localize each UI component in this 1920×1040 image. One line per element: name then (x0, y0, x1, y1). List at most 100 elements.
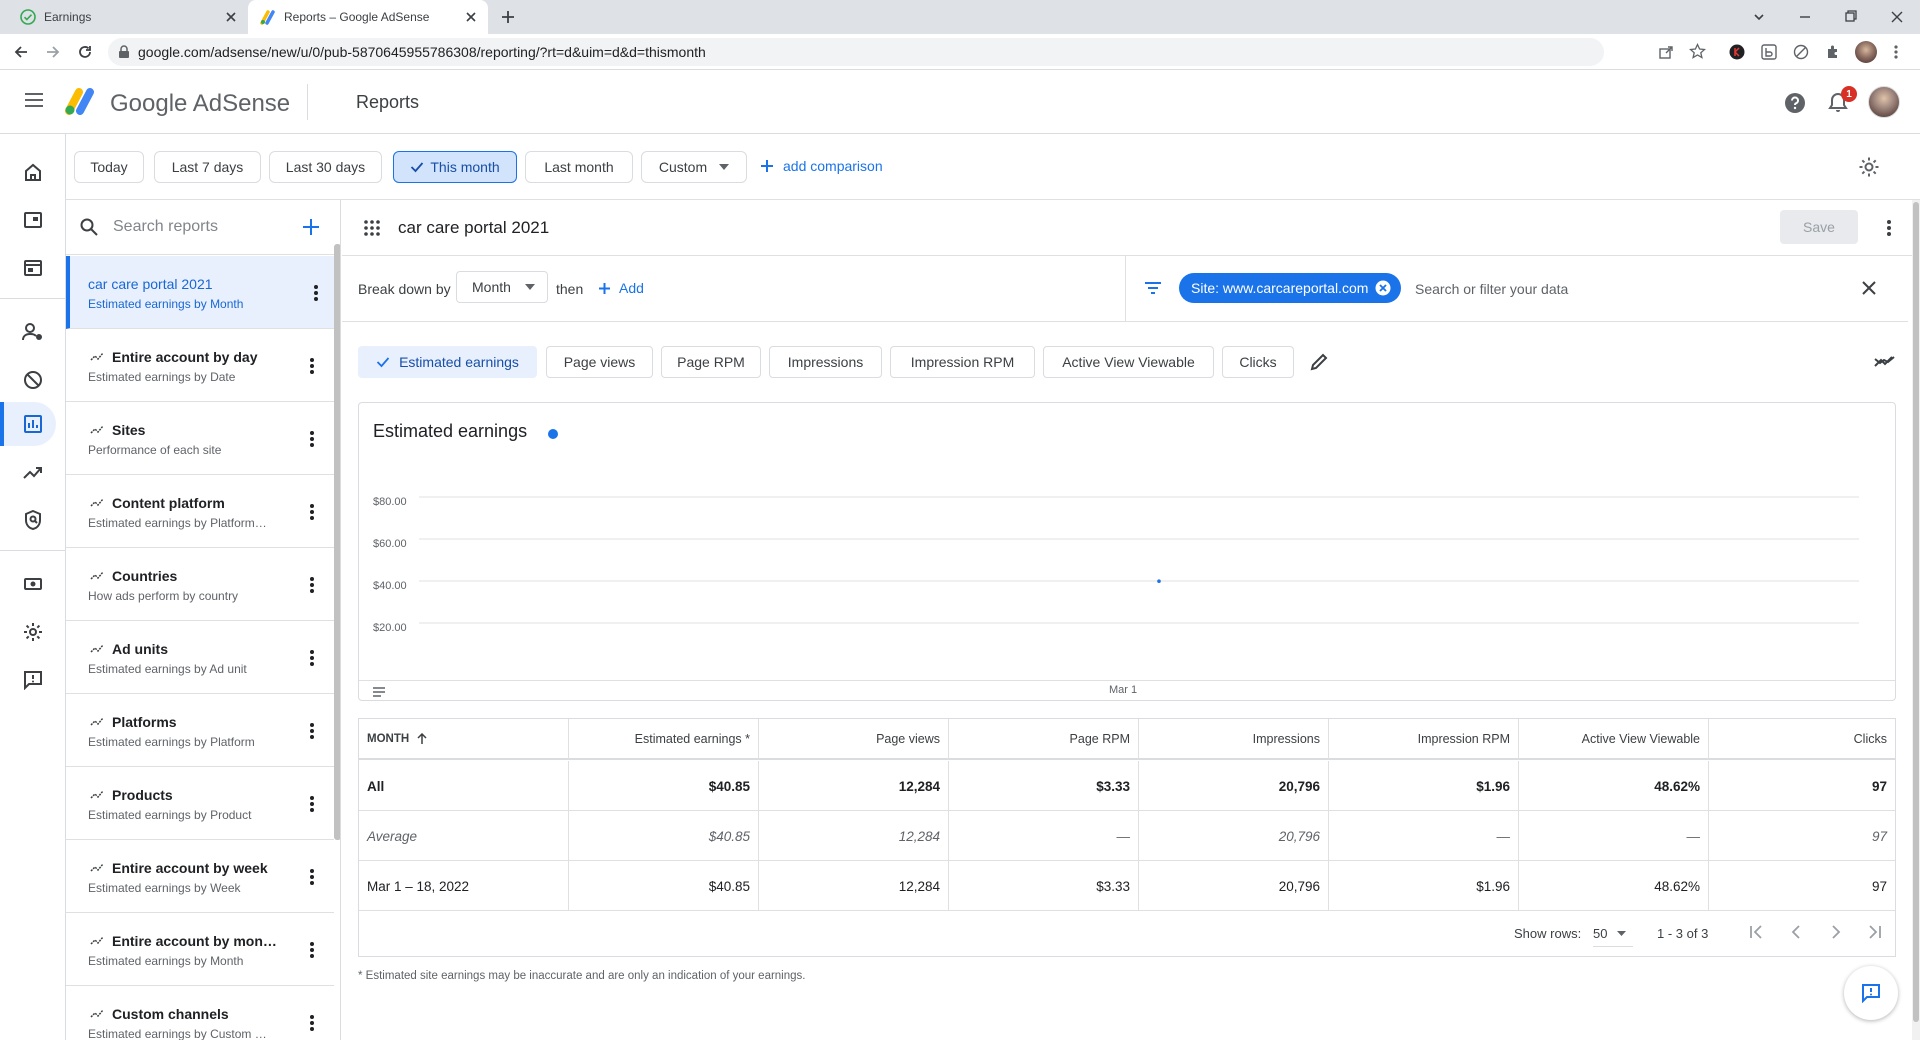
breakdown-dropdown[interactable]: Month (456, 271, 548, 303)
date-chip-last-7-days[interactable]: Last 7 days (154, 151, 261, 183)
report-list-item[interactable]: car care portal 2021 Estimated earnings b… (66, 256, 334, 329)
report-list-item[interactable]: Countries How ads perform by country (66, 548, 334, 621)
metric-chip-page-views[interactable]: Page views (546, 346, 653, 378)
browser-tab-reports[interactable]: Reports – Google AdSense (248, 0, 488, 34)
report-list-item[interactable]: Sites Performance of each site (66, 402, 334, 475)
report-list-item[interactable]: Platforms Estimated earnings by Platform (66, 694, 334, 767)
back-icon[interactable] (12, 43, 30, 61)
date-chip-this-month[interactable]: This month (393, 151, 517, 183)
table-header-cell[interactable]: Impression RPM (1329, 719, 1519, 760)
extension-b-icon[interactable] (1761, 44, 1777, 60)
report-list-item[interactable]: Entire account by mon… Estimated earnings… (66, 913, 334, 986)
account-settings-icon[interactable] (20, 619, 46, 645)
report-item-more-icon[interactable] (309, 649, 315, 667)
reports-icon[interactable] (20, 411, 46, 437)
close-tab-icon[interactable] (224, 10, 238, 24)
report-list-item[interactable]: Custom channels Estimated earnings by Cus… (66, 986, 334, 1040)
optimization-icon[interactable] (20, 459, 46, 485)
metric-chip-estimated-earnings[interactable]: Estimated earnings (358, 346, 537, 378)
main-scrollbar[interactable] (1912, 200, 1920, 1040)
last-page-icon[interactable] (1867, 924, 1883, 940)
report-item-more-icon[interactable] (309, 357, 315, 375)
account-avatar[interactable] (1868, 86, 1900, 118)
feedback-icon[interactable] (20, 667, 46, 693)
privacy-messaging-icon[interactable] (20, 319, 46, 345)
sites-icon[interactable] (20, 255, 46, 281)
home-icon[interactable] (20, 159, 46, 185)
report-item-more-icon[interactable] (309, 503, 315, 521)
metric-chip-active-view-viewable[interactable]: Active View Viewable (1043, 346, 1214, 378)
rows-per-page-select[interactable]: 50 (1593, 921, 1633, 947)
report-item-more-icon[interactable] (309, 1014, 315, 1032)
add-comparison-button[interactable]: add comparison (760, 158, 883, 174)
tab-search-icon[interactable] (1752, 10, 1766, 24)
report-item-more-icon[interactable] (309, 576, 315, 594)
first-page-icon[interactable] (1748, 924, 1764, 940)
table-header-cell[interactable]: Page views (759, 719, 949, 760)
address-bar[interactable]: google.com/adsense/new/u/0/pub-587064595… (108, 38, 1604, 66)
blocking-controls-icon[interactable] (20, 367, 46, 393)
report-item-more-icon[interactable] (309, 722, 315, 740)
site-filter-chip[interactable]: Site: www.carcareportal.com (1179, 273, 1402, 303)
table-header-cell[interactable]: Page RPM (949, 719, 1139, 760)
main-menu-icon[interactable] (24, 92, 44, 108)
data-point[interactable] (1157, 579, 1161, 584)
metric-chip-page-rpm[interactable]: Page RPM (661, 346, 761, 378)
report-list-item[interactable]: Ad units Estimated earnings by Ad unit (66, 621, 334, 694)
date-chip-custom[interactable]: Custom (641, 151, 747, 183)
close-window-icon[interactable] (1890, 10, 1904, 24)
help-icon[interactable] (1784, 92, 1806, 114)
date-chip-today[interactable]: Today (74, 151, 144, 183)
add-breakdown-button[interactable]: Add (598, 280, 644, 296)
close-tab-icon[interactable] (464, 10, 478, 24)
table-header-cell[interactable]: Active View Viewable (1519, 719, 1709, 760)
metric-chip-impressions[interactable]: Impressions (769, 346, 882, 378)
report-item-more-icon[interactable] (309, 430, 315, 448)
metric-chip-clicks[interactable]: Clicks (1222, 346, 1294, 378)
report-list-item[interactable]: Products Estimated earnings by Product (66, 767, 334, 840)
report-item-more-icon[interactable] (309, 941, 315, 959)
edit-metrics-pencil-icon[interactable] (1310, 353, 1328, 371)
share-icon[interactable] (1658, 44, 1674, 60)
bookmark-star-icon[interactable] (1689, 43, 1706, 60)
policy-center-icon[interactable] (20, 507, 46, 533)
date-chip-last-30-days[interactable]: Last 30 days (269, 151, 382, 183)
report-item-more-icon[interactable] (309, 868, 315, 886)
extensions-puzzle-icon[interactable] (1825, 44, 1841, 60)
browser-menu-icon[interactable] (1893, 44, 1899, 60)
filter-search-input[interactable]: Search or filter your data (1415, 281, 1568, 297)
profile-avatar-small[interactable] (1855, 41, 1877, 63)
report-settings-gear-icon[interactable] (1858, 156, 1880, 178)
remove-filter-icon[interactable] (1375, 280, 1391, 296)
report-list-item[interactable]: Entire account by day Estimated earnings … (66, 329, 334, 402)
next-page-icon[interactable] (1828, 924, 1844, 940)
report-list-item[interactable]: Content platform Estimated earnings by Pl… (66, 475, 334, 548)
extension-circle-icon[interactable] (1793, 44, 1809, 60)
restore-window-icon[interactable] (1844, 9, 1858, 23)
minimize-window-icon[interactable] (1798, 10, 1812, 24)
sort-ascending-icon[interactable] (417, 732, 427, 745)
report-more-icon[interactable] (1886, 219, 1892, 237)
metric-chip-impression-rpm[interactable]: Impression RPM (890, 346, 1035, 378)
previous-page-icon[interactable] (1788, 924, 1804, 940)
forward-icon[interactable] (44, 43, 62, 61)
new-report-plus-icon[interactable] (302, 218, 320, 236)
chart-type-toggle-icon[interactable] (1874, 354, 1896, 368)
save-button[interactable]: Save (1780, 210, 1858, 244)
table-header-cell[interactable]: Impressions (1139, 719, 1329, 760)
report-list-scrollbar[interactable] (334, 244, 340, 840)
report-name-input[interactable]: car care portal 2021 (398, 218, 549, 238)
date-chip-last-month[interactable]: Last month (525, 151, 633, 183)
report-item-more-icon[interactable] (309, 795, 315, 813)
table-header-cell[interactable]: MONTH (359, 719, 569, 760)
new-tab-icon[interactable] (500, 9, 516, 25)
extension-k-icon[interactable] (1729, 44, 1745, 60)
scrollbar-thumb[interactable] (1913, 202, 1919, 1022)
payments-icon[interactable] (20, 571, 46, 597)
search-reports[interactable]: Search reports (66, 200, 334, 255)
ads-icon[interactable] (20, 207, 46, 233)
table-header-cell[interactable]: Estimated earnings * (569, 719, 759, 760)
apps-grid-icon[interactable] (364, 220, 380, 236)
chart-legend-toggle-icon[interactable] (372, 686, 386, 698)
report-list-item[interactable]: Entire account by week Estimated earnings… (66, 840, 334, 913)
